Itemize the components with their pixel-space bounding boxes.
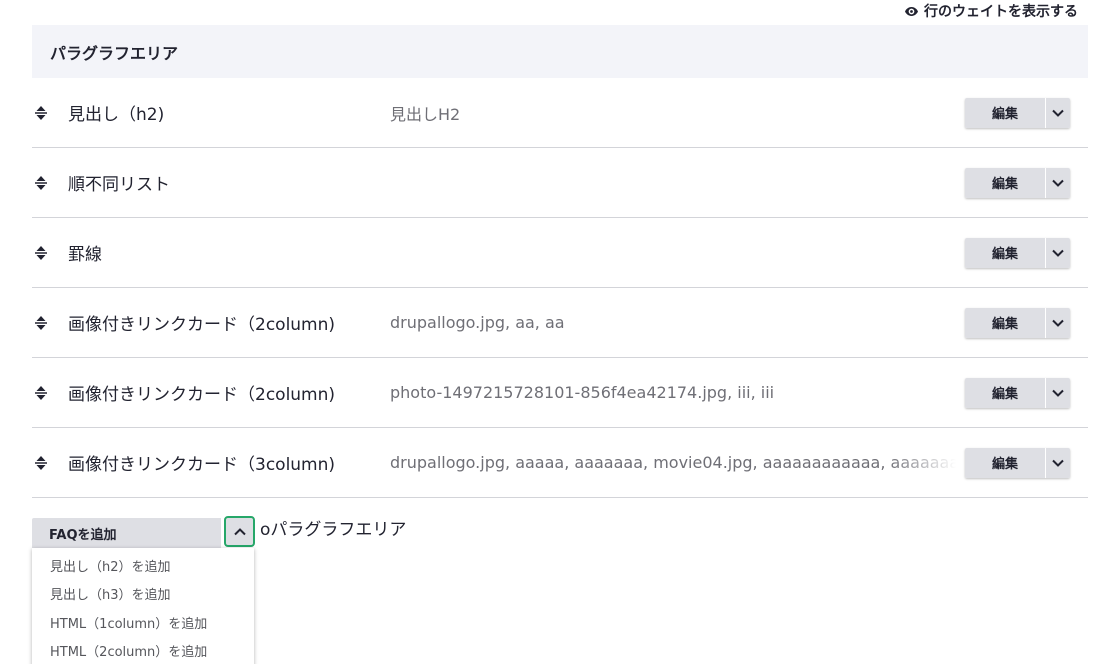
chevron-down-icon[interactable] (1045, 307, 1070, 338)
table-row: 罫線 編集 (32, 218, 1088, 288)
row-paragraph-type: 見出し（h2) (68, 105, 165, 125)
chevron-down-icon[interactable] (1045, 237, 1070, 268)
drag-handle-icon[interactable] (32, 313, 50, 333)
drag-handle-icon[interactable] (32, 453, 50, 473)
chevron-up-icon[interactable] (224, 516, 255, 547)
row-paragraph-type: 画像付きリンクカード（3column) (68, 455, 336, 475)
show-row-weights-link[interactable]: 行のウェイトを表示する (905, 0, 1078, 22)
table-row: 画像付きリンクカード（2column) photo-1497215728101-… (32, 358, 1088, 428)
edit-button[interactable]: 編集 (965, 167, 1045, 198)
edit-split-button: 編集 (965, 167, 1070, 198)
edit-button[interactable]: 編集 (965, 97, 1045, 128)
edit-split-button: 編集 (965, 377, 1070, 408)
chevron-down-icon[interactable] (1045, 377, 1070, 408)
row-paragraph-type: 画像付きリンクカード（2column) (68, 315, 336, 335)
add-options-dropdown: 見出し（h2）を追加 見出し（h3）を追加 HTML（1column）を追加 H… (32, 548, 254, 664)
add-option-html-2column[interactable]: HTML（2column）を追加 (32, 637, 254, 664)
row-summary: photo-1497215728101-856f4ea42174.jpg, ii… (390, 383, 775, 402)
drag-handle-icon[interactable] (32, 383, 50, 403)
edit-split-button: 編集 (965, 307, 1070, 338)
add-option-html-1column[interactable]: HTML（1column）を追加 (32, 608, 254, 637)
add-paragraph-control: FAQを追加 oパラグラフエリア (32, 516, 406, 548)
edit-split-button: 編集 (965, 237, 1070, 268)
table-row: 画像付きリンクカード（3column) drupallogo.jpg, aaaa… (32, 428, 1088, 498)
edit-split-button: 編集 (965, 447, 1070, 478)
add-option-heading-h3[interactable]: 見出し（h3）を追加 (32, 580, 254, 609)
chevron-down-icon[interactable] (1045, 167, 1070, 198)
table-header: パラグラフエリア (32, 25, 1088, 78)
row-summary: drupallogo.jpg, aa, aa (390, 313, 565, 332)
row-paragraph-type: 画像付きリンクカード（2column) (68, 385, 336, 405)
edit-button[interactable]: 編集 (965, 377, 1045, 408)
paragraph-table: パラグラフエリア 見出し（h2) 見出しH2 編集 順不同リスト 編集 罫線 編… (32, 25, 1088, 498)
eye-icon (905, 6, 918, 16)
row-paragraph-type: 順不同リスト (68, 175, 170, 195)
table-row: 順不同リスト 編集 (32, 148, 1088, 218)
add-to-label: oパラグラフエリア (260, 520, 407, 540)
row-paragraph-type: 罫線 (68, 245, 102, 265)
drag-handle-icon[interactable] (32, 243, 50, 263)
table-row: 画像付きリンクカード（2column) drupallogo.jpg, aa, … (32, 288, 1088, 358)
edit-button[interactable]: 編集 (965, 307, 1045, 338)
edit-button[interactable]: 編集 (965, 237, 1045, 268)
row-summary: drupallogo.jpg, aaaaa, aaaaaaa, movie04.… (390, 453, 956, 472)
chevron-down-icon[interactable] (1045, 447, 1070, 478)
row-summary: 見出しH2 (390, 104, 461, 124)
drag-handle-icon[interactable] (32, 103, 50, 123)
add-option-heading-h2[interactable]: 見出し（h2）を追加 (32, 551, 254, 580)
chevron-down-icon[interactable] (1045, 97, 1070, 128)
table-row: 見出し（h2) 見出しH2 編集 (32, 78, 1088, 148)
edit-split-button: 編集 (965, 97, 1070, 128)
show-row-weights-label: 行のウェイトを表示する (924, 4, 1078, 20)
add-faq-button[interactable]: FAQを追加 (32, 518, 221, 548)
drag-handle-icon[interactable] (32, 173, 50, 193)
edit-button[interactable]: 編集 (965, 447, 1045, 478)
